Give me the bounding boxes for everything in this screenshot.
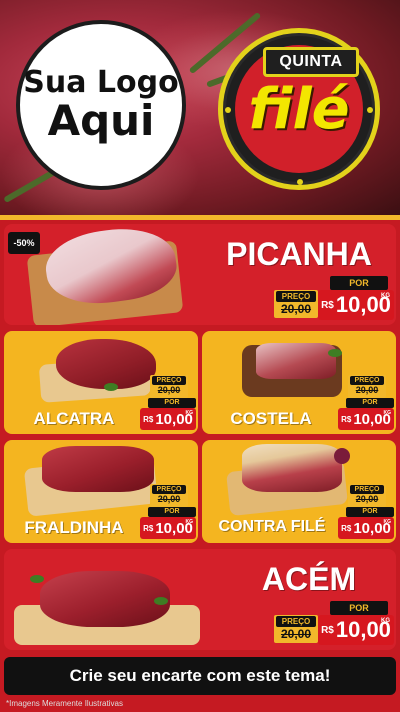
header-divider-stripe — [0, 215, 400, 220]
herb-garnish-icon — [104, 383, 118, 391]
old-price: 20,00 — [157, 494, 181, 504]
unit-label: KG — [185, 410, 194, 416]
new-price-box: R$ 10,00 KG — [140, 517, 196, 539]
product-name: CONTRA FILÉ — [218, 518, 326, 535]
new-price-box: R$ 10,00 KG — [318, 290, 394, 320]
currency-label: R$ — [143, 523, 154, 533]
logo-placeholder[interactable]: Sua Logo Aqui — [16, 20, 186, 190]
preco-label: PREÇO — [350, 485, 384, 494]
new-price-box: R$ 10,00 KG — [338, 408, 394, 430]
preco-label: PREÇO — [276, 291, 316, 302]
new-price-box: R$ 10,00 KG — [140, 408, 196, 430]
alcatra-image — [56, 339, 156, 389]
unit-label: KG — [185, 519, 194, 525]
badge-title-text: filé — [248, 77, 350, 142]
por-label: POR — [330, 601, 388, 615]
badge-day-label: QUINTA — [279, 53, 343, 70]
contra-file-image — [242, 444, 342, 492]
unit-label: KG — [381, 293, 390, 299]
product-card-fraldinha[interactable]: FRALDINHA PREÇO 20,00 POR R$ 10,00 KG — [4, 440, 198, 543]
create-flyer-button[interactable]: Crie seu encarte com este tema! — [4, 657, 396, 695]
product-name: ALCATRA — [33, 409, 115, 428]
preco-label: PREÇO — [152, 485, 186, 494]
badge-title: filé — [223, 77, 375, 142]
product-name: PICANHA — [226, 236, 372, 272]
por-label: POR — [148, 507, 196, 517]
old-price: 20,00 — [157, 385, 181, 395]
product-name: FRALDINHA — [24, 518, 124, 537]
unit-label: KG — [381, 618, 390, 624]
currency-label: R$ — [321, 624, 334, 636]
old-price: 20,00 — [355, 385, 379, 395]
herb-garnish-icon — [30, 575, 44, 583]
product-card-alcatra[interactable]: ALCATRA PREÇO 20,00 POR R$ 10,00 KG — [4, 331, 198, 434]
currency-label: R$ — [143, 414, 154, 424]
por-label: POR — [148, 398, 196, 408]
product-name: ACÉM — [261, 561, 357, 597]
product-card-contra-file[interactable]: CONTRA FILÉ PREÇO 20,00 POR R$ 10,00 KG — [202, 440, 396, 543]
promo-badge: QUINTA filé — [218, 28, 380, 190]
currency-label: R$ — [341, 523, 352, 533]
product-card-costela[interactable]: COSTELA PREÇO 20,00 POR R$ 10,00 KG — [202, 331, 396, 434]
badge-dot-icon — [297, 179, 303, 185]
new-price-box: R$ 10,00 KG — [318, 615, 394, 645]
onion-icon — [334, 448, 350, 464]
preco-label: PREÇO — [152, 376, 186, 385]
preco-label: PREÇO — [276, 616, 316, 627]
old-price: 20,00 — [280, 627, 312, 641]
herb-garnish-icon — [328, 349, 342, 357]
discount-badge: -50% — [8, 232, 40, 254]
header-banner: Sua Logo Aqui QUINTA filé — [0, 0, 400, 215]
por-label: POR — [346, 507, 394, 517]
unit-label: KG — [383, 410, 392, 416]
currency-label: R$ — [341, 414, 352, 424]
product-name: COSTELA — [230, 409, 312, 428]
logo-text-line2: Aqui — [47, 95, 155, 145]
costela-image — [256, 343, 336, 379]
bottom-feature-card[interactable]: ACÉM POR PREÇO 20,00 R$ 10,00 KG — [4, 549, 396, 650]
old-price: 20,00 — [280, 302, 312, 316]
new-price-box: R$ 10,00 KG — [338, 517, 394, 539]
featured-product-card[interactable]: PICANHA POR PREÇO 20,00 R$ 10,00 KG — [4, 224, 396, 325]
disclaimer-text: *Imagens Meramente Ilustrativas — [6, 699, 123, 708]
por-label: POR — [346, 398, 394, 408]
cta-label: Crie seu encarte com este tema! — [69, 666, 331, 685]
unit-label: KG — [383, 519, 392, 525]
acem-image — [40, 571, 170, 627]
fraldinha-image — [42, 446, 154, 492]
por-label: POR — [330, 276, 388, 290]
old-price: 20,00 — [355, 494, 379, 504]
preco-label: PREÇO — [350, 376, 384, 385]
badge-day-tab: QUINTA — [263, 47, 359, 77]
herb-garnish-icon — [154, 597, 168, 605]
logo-text-line1: Sua Logo — [23, 65, 179, 101]
currency-label: R$ — [321, 299, 334, 311]
